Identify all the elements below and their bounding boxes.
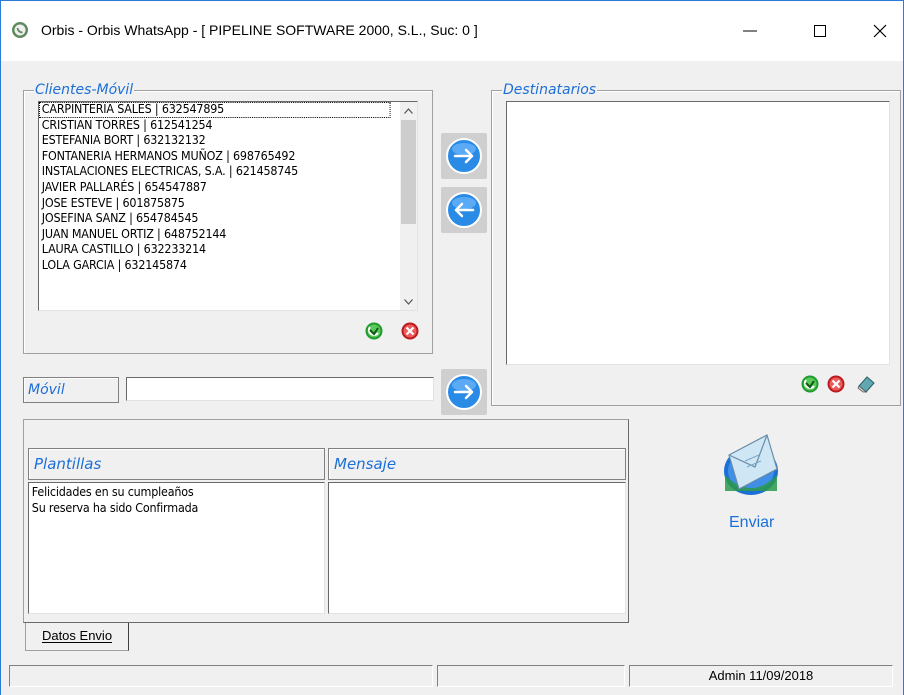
- arrow-right-icon: [446, 138, 482, 174]
- clientes-legend: Clientes-Móvil: [34, 81, 135, 99]
- datos-envio-panel: Plantillas Mensaje Felicidades en su cum…: [23, 419, 629, 623]
- window-title: Orbis - Orbis WhatsApp - [ PIPELINE SOFT…: [41, 22, 478, 38]
- scroll-down-button[interactable]: [400, 293, 417, 310]
- scroll-thumb[interactable]: [401, 120, 416, 224]
- cliente-list-item[interactable]: JUAN MANUEL ORTIZ | 648752144: [39, 227, 391, 243]
- whatsapp-icon: [12, 22, 28, 38]
- tab-datos-envio-label: Datos Envio: [41, 628, 113, 643]
- close-icon: [873, 24, 887, 38]
- status-cell-2: [437, 665, 625, 687]
- mensaje-textarea[interactable]: [328, 482, 626, 614]
- cliente-list-item[interactable]: JOSE ESTEVE | 601875875: [39, 196, 391, 212]
- destinatarios-legend: Destinatarios: [502, 81, 598, 99]
- cliente-list-item[interactable]: LAURA CASTILLO | 632233214: [39, 242, 391, 258]
- clear-destinatarios-icon[interactable]: [826, 374, 846, 394]
- scroll-up-button[interactable]: [400, 102, 417, 119]
- arrow-right-icon: [446, 374, 482, 410]
- cliente-list-item[interactable]: LOLA GARCIA | 632145874: [39, 258, 391, 274]
- add-movil-button[interactable]: [441, 369, 487, 415]
- maximize-button[interactable]: [797, 11, 843, 51]
- clientes-list: CARPINTERIA SALES | 632547895 CRISTIAN TO…: [39, 102, 417, 274]
- status-cell-user-date: Admin 11/09/2018: [629, 665, 893, 687]
- cliente-list-item[interactable]: FONTANERIA HERMANOS MUÑOZ | 698765492: [39, 149, 391, 165]
- clear-clientes-icon[interactable]: [400, 321, 420, 341]
- status-cell-1: [9, 665, 433, 687]
- eraser-icon[interactable]: [856, 374, 876, 394]
- chevron-up-icon: [404, 107, 413, 114]
- minimize-icon: [743, 30, 757, 32]
- cliente-list-item[interactable]: CARPINTERIA SALES | 632547895: [39, 102, 391, 118]
- select-all-destinatarios-icon[interactable]: [800, 374, 820, 394]
- movil-label: Móvil: [23, 377, 119, 403]
- destinatarios-group: Destinatarios: [491, 81, 901, 406]
- close-button[interactable]: [857, 11, 903, 51]
- plantillas-listbox[interactable]: Felicidades en su cumpleaños Su reserva h…: [28, 482, 325, 614]
- cliente-list-item[interactable]: INSTALACIONES ELECTRICAS, S.A. | 6214587…: [39, 164, 391, 180]
- tab-datos-envio[interactable]: Datos Envio: [25, 623, 129, 651]
- enviar-button[interactable]: Enviar: [717, 431, 785, 535]
- maximize-icon: [814, 25, 826, 37]
- clientes-group: Clientes-Móvil CARPINTERIA SALES | 63254…: [23, 81, 433, 354]
- remove-destinatario-button[interactable]: [441, 187, 487, 233]
- title-bar: Orbis - Orbis WhatsApp - [ PIPELINE SOFT…: [1, 1, 903, 61]
- chevron-down-icon: [404, 298, 413, 305]
- cliente-list-item[interactable]: JAVIER PALLARÉS | 654547887: [39, 180, 391, 196]
- cliente-list-item[interactable]: CRISTIAN TORRES | 612541254: [39, 118, 391, 134]
- envelope-send-icon: [724, 434, 778, 495]
- plantilla-list-item[interactable]: Su reserva ha sido Confirmada: [29, 501, 303, 517]
- mensaje-header: Mensaje: [328, 448, 626, 480]
- enviar-label: Enviar: [729, 514, 775, 531]
- arrow-left-icon: [446, 192, 482, 228]
- status-bar: Admin 11/09/2018: [9, 665, 893, 687]
- plantillas-list: Felicidades en su cumpleaños Su reserva h…: [29, 483, 324, 516]
- movil-input[interactable]: [126, 377, 434, 401]
- clientes-listbox[interactable]: CARPINTERIA SALES | 632547895 CRISTIAN TO…: [38, 101, 418, 311]
- clientes-scrollbar[interactable]: [400, 102, 417, 310]
- plantillas-header: Plantillas: [28, 448, 325, 480]
- cliente-list-item[interactable]: ESTEFANIA BORT | 632132132: [39, 133, 391, 149]
- plantilla-list-item[interactable]: Felicidades en su cumpleaños: [29, 485, 303, 501]
- cliente-list-item[interactable]: JOSEFINA SANZ | 654784545: [39, 211, 391, 227]
- minimize-button[interactable]: [727, 11, 773, 51]
- app-window: Orbis - Orbis WhatsApp - [ PIPELINE SOFT…: [0, 0, 904, 695]
- add-destinatario-button[interactable]: [441, 133, 487, 179]
- destinatarios-listbox[interactable]: [506, 101, 890, 365]
- select-all-clientes-icon[interactable]: [364, 321, 384, 341]
- client-area: Clientes-Móvil CARPINTERIA SALES | 63254…: [1, 61, 903, 695]
